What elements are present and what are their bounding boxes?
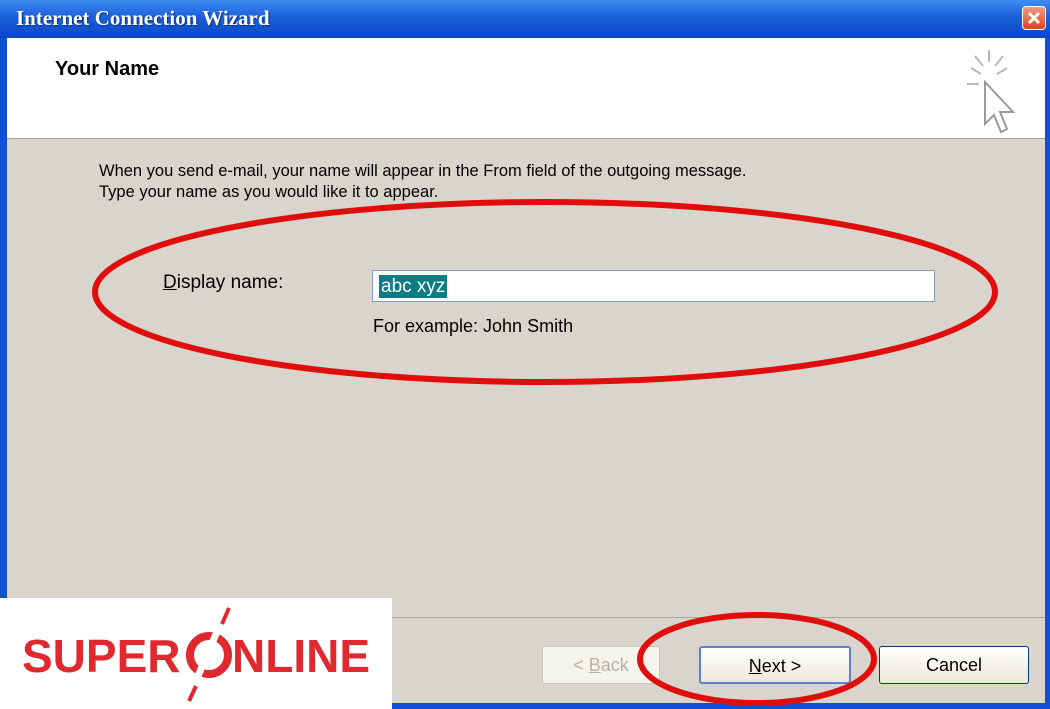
logo-text-left: SUPER bbox=[22, 630, 180, 682]
title-bar[interactable]: Internet Connection Wizard bbox=[0, 0, 1050, 38]
example-hint: For example: John Smith bbox=[373, 316, 574, 336]
next-button[interactable]: Next > bbox=[699, 646, 851, 684]
cancel-button[interactable]: Cancel bbox=[879, 646, 1029, 684]
superonline-logo: SUPER NLINE bbox=[0, 598, 392, 709]
display-name-input[interactable]: abc xyz bbox=[372, 270, 935, 302]
window-title: Internet Connection Wizard bbox=[16, 6, 270, 30]
logo-text-right: NLINE bbox=[232, 630, 370, 682]
wizard-content: When you send e-mail, your name will app… bbox=[7, 139, 1045, 617]
description-line-1: When you send e-mail, your name will app… bbox=[99, 162, 747, 180]
display-name-value: abc xyz bbox=[379, 275, 448, 298]
page-title: Your Name bbox=[55, 58, 160, 80]
display-name-label: Display name: bbox=[163, 272, 284, 293]
close-button[interactable] bbox=[1022, 6, 1046, 30]
logo-o-mark bbox=[185, 604, 232, 702]
description-text: When you send e-mail, your name will app… bbox=[99, 161, 747, 203]
back-button[interactable]: < Back bbox=[542, 646, 660, 684]
description-line-2: Type your name as you would like it to a… bbox=[99, 183, 439, 201]
window-frame-right bbox=[1045, 38, 1050, 709]
close-icon bbox=[1027, 11, 1041, 25]
wizard-header: Your Name bbox=[7, 38, 1045, 139]
wizard-cursor-icon bbox=[967, 50, 1016, 134]
